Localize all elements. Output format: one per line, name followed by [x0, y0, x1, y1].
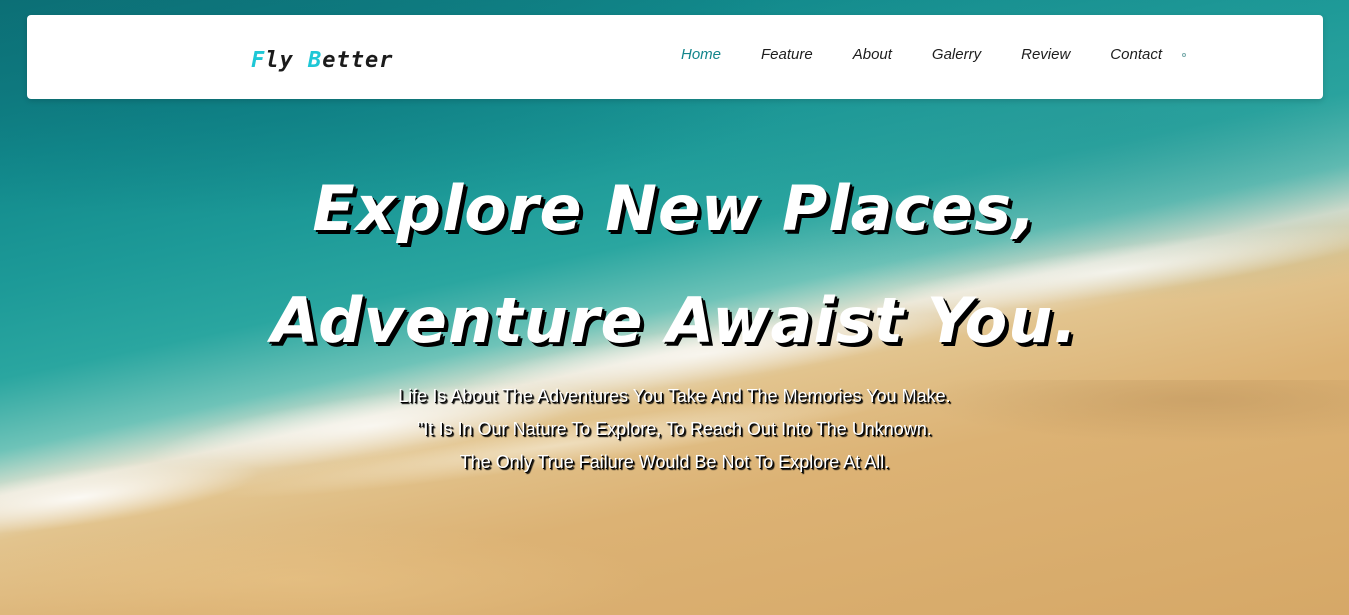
hero-headline-line1: Explore New Places, — [312, 172, 1037, 245]
nav-item-review[interactable]: Review — [1021, 46, 1070, 63]
nav-item-feature[interactable]: Feature — [761, 46, 813, 63]
brand-accent-letter: B — [308, 48, 323, 73]
hero-tagline-line3: The Only True Failure Would Be Not To Ex… — [459, 452, 890, 472]
brand-text: etter — [322, 48, 394, 73]
nav-item-about[interactable]: About — [853, 46, 892, 63]
main-nav: Home Feature About Galerry Review Contac… — [681, 46, 1186, 63]
nav-dot-icon — [1182, 52, 1186, 57]
brand-text: ly — [265, 48, 308, 73]
nav-item-contact[interactable]: Contact — [1110, 46, 1162, 63]
nav-item-gallery[interactable]: Galerry — [932, 46, 981, 63]
hero-headline-line2: Adventure Awaist You. — [271, 284, 1078, 357]
hero-tagline-line1: Life Is About The Adventures You Take An… — [398, 386, 951, 406]
sand-texture — [0, 380, 1349, 615]
top-navbar: Fly Better Home Feature About Galerry Re… — [27, 15, 1323, 99]
brand-accent-letter: F — [251, 48, 266, 73]
hero-tagline-line2: "It Is In Our Nature To Explore, To Reac… — [417, 419, 932, 439]
nav-item-home[interactable]: Home — [681, 46, 721, 63]
brand-logo[interactable]: Fly Better — [251, 48, 393, 73]
